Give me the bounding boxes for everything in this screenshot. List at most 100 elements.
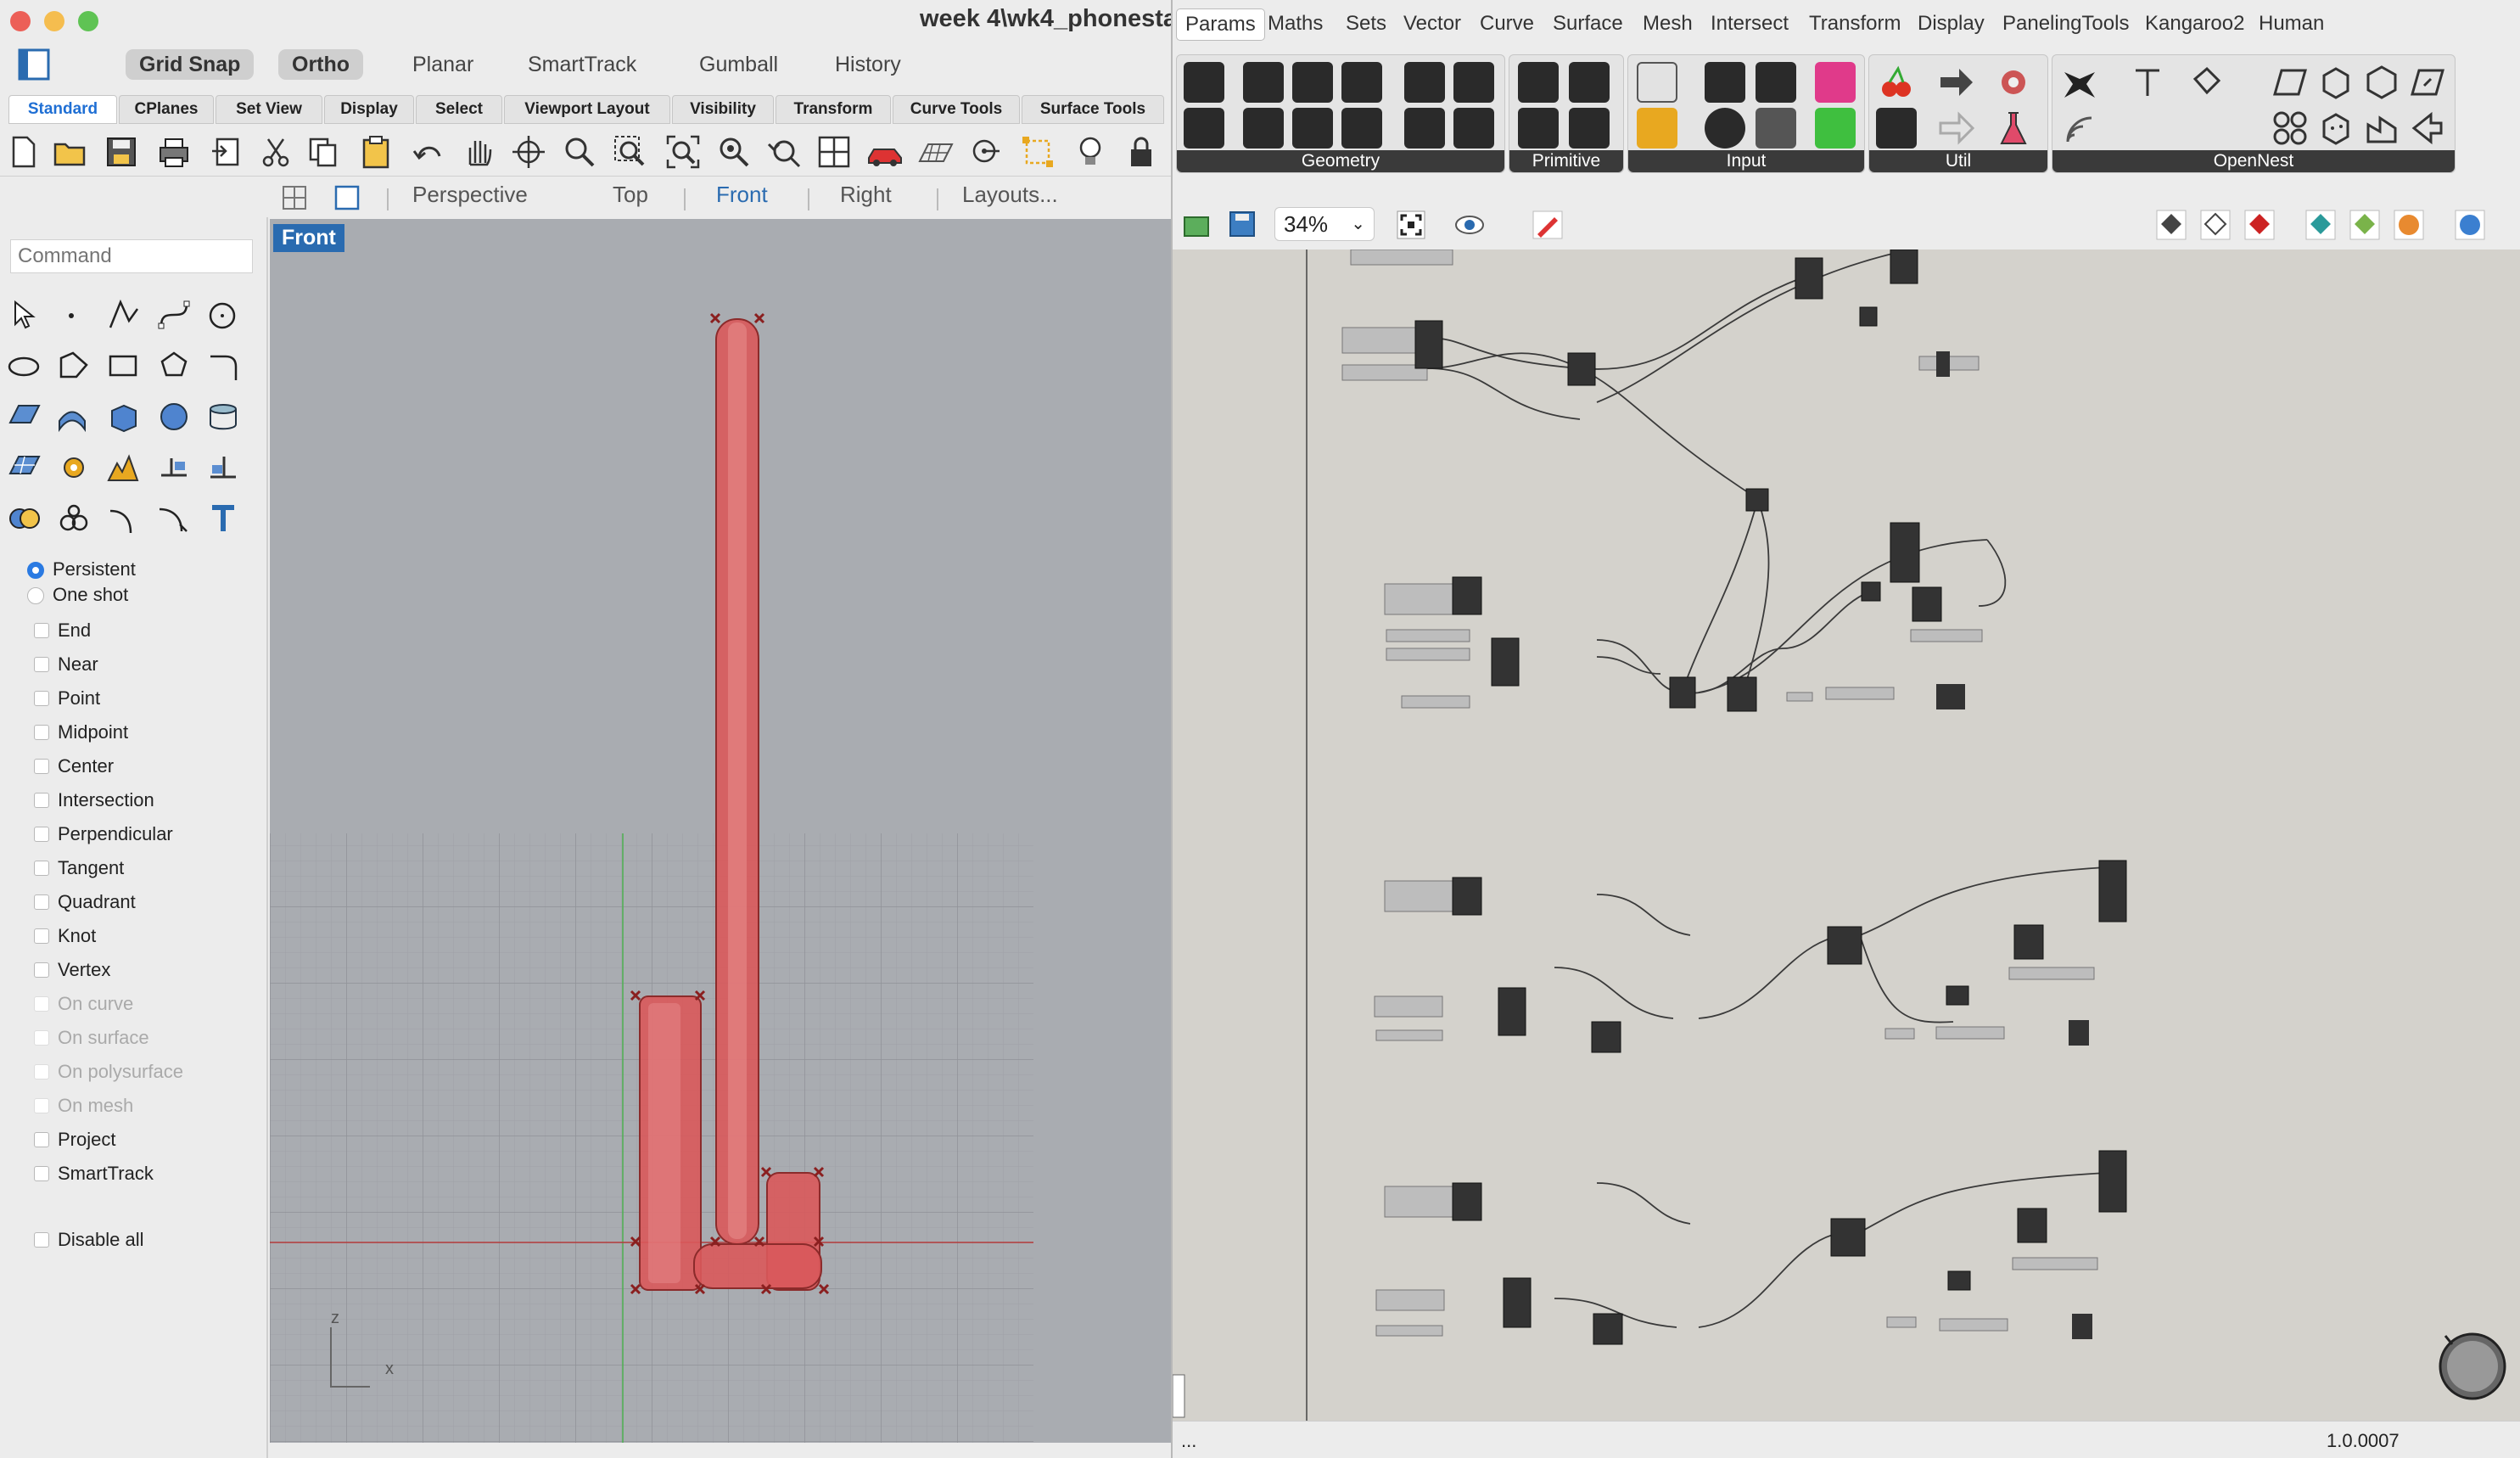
gh-tab-transform[interactable]: Transform: [1809, 12, 1901, 36]
arc-icon[interactable]: [54, 346, 93, 385]
import-icon[interactable]: [207, 132, 246, 171]
point-param-icon[interactable]: [1341, 108, 1382, 149]
flask-icon[interactable]: [1993, 108, 2034, 149]
osnap-center-checkbox[interactable]: [34, 759, 49, 774]
tab-set-view[interactable]: Set View: [216, 95, 322, 124]
polyline-icon[interactable]: [104, 295, 143, 334]
jump-arrow-icon[interactable]: [1935, 108, 1976, 149]
gh-timer-icon[interactable]: [2439, 1332, 2506, 1400]
curve-icon[interactable]: [154, 295, 193, 334]
plane-param-icon[interactable]: [1292, 108, 1333, 149]
tab-transform[interactable]: Transform: [776, 95, 891, 124]
geometry-param-icon[interactable]: [1184, 62, 1224, 103]
tab-display[interactable]: Display: [324, 95, 414, 124]
colour-swatch-icon[interactable]: [1815, 108, 1856, 149]
value-list-icon[interactable]: [1756, 108, 1796, 149]
tab-select[interactable]: Select: [416, 95, 502, 124]
persistent-radio[interactable]: [27, 562, 44, 579]
gumball-toggle[interactable]: Gumball: [686, 49, 792, 80]
toggle-param-icon[interactable]: [1705, 62, 1745, 103]
display-orange-icon[interactable]: [2393, 209, 2425, 241]
four-view-icon[interactable]: [815, 132, 854, 171]
graph-mapper-icon[interactable]: [1637, 108, 1677, 149]
vector-param-icon[interactable]: [1184, 108, 1224, 149]
osnap-perpendicular-checkbox[interactable]: [34, 827, 49, 842]
open-file-icon[interactable]: [51, 132, 90, 171]
ellipse-icon[interactable]: [5, 346, 44, 385]
close-window-button[interactable]: [10, 11, 31, 31]
cylinder-icon[interactable]: [204, 397, 243, 436]
line-param-icon[interactable]: [1243, 108, 1284, 149]
gh-tab-vector[interactable]: Vector: [1403, 12, 1461, 36]
gh-tab-curve[interactable]: Curve: [1480, 12, 1534, 36]
input-group-label[interactable]: Input: [1628, 150, 1864, 172]
polygon-icon[interactable]: [154, 346, 193, 385]
zoom-selected-icon[interactable]: [714, 132, 753, 171]
sketch-pen-icon[interactable]: [1531, 209, 1565, 241]
circle-icon[interactable]: [204, 295, 243, 334]
boolean-icon[interactable]: [5, 499, 44, 538]
view-tab-front[interactable]: Front: [716, 182, 768, 208]
viewport-label[interactable]: Front: [273, 224, 344, 252]
sphere-icon[interactable]: [154, 397, 193, 436]
tab-cplanes[interactable]: CPlanes: [119, 95, 214, 124]
surface-icon[interactable]: [5, 397, 44, 436]
preview-mode-off-icon[interactable]: [2155, 209, 2187, 241]
four-viewport-icon[interactable]: [282, 185, 307, 210]
project-checkbox[interactable]: [34, 1132, 49, 1147]
front-viewport[interactable]: Front z x: [270, 219, 1171, 1443]
osnap-vertex-checkbox[interactable]: [34, 962, 49, 978]
group-icon[interactable]: [54, 499, 93, 538]
one-shot-radio[interactable]: [27, 587, 44, 604]
planar-toggle[interactable]: Planar: [399, 49, 487, 80]
lightbulb-icon[interactable]: [1071, 132, 1110, 171]
circle-param-icon[interactable]: [1243, 62, 1284, 103]
tab-standard[interactable]: Standard: [8, 95, 117, 124]
osnap-intersection-checkbox[interactable]: [34, 793, 49, 808]
view-tab-layouts[interactable]: Layouts...: [962, 182, 1058, 208]
brep-param-icon[interactable]: [1404, 62, 1445, 103]
print-icon[interactable]: [154, 132, 193, 171]
cluster-icon[interactable]: [1993, 62, 2034, 103]
new-file-icon[interactable]: [3, 132, 42, 171]
explode-icon[interactable]: [104, 448, 143, 487]
open-document-icon[interactable]: [1181, 209, 1212, 239]
curve-param-icon[interactable]: [1292, 62, 1333, 103]
car-render-icon[interactable]: [865, 132, 904, 171]
command-input[interactable]: [10, 239, 253, 273]
opennest-grid-icon[interactable]: [2270, 108, 2310, 149]
view-tab-right[interactable]: Right: [840, 182, 892, 208]
tab-visibility[interactable]: Visibility: [672, 95, 774, 124]
opennest-text-icon[interactable]: [2127, 62, 2168, 103]
preview-wireframe-icon[interactable]: [2199, 209, 2232, 241]
dimension-icon[interactable]: [104, 499, 143, 538]
gh-tab-kangaroo2[interactable]: Kangaroo2: [2145, 12, 2244, 36]
grid-snap-toggle[interactable]: Grid Snap: [126, 49, 255, 80]
rectangle-icon[interactable]: [104, 346, 143, 385]
osnap-midpoint-checkbox[interactable]: [34, 725, 49, 740]
opennest-arrow-icon[interactable]: [2407, 108, 2448, 149]
osnap-knot-checkbox[interactable]: [34, 928, 49, 944]
rotate-view-icon[interactable]: [509, 132, 548, 171]
osnap-icon[interactable]: [967, 132, 1006, 171]
maximize-window-button[interactable]: [78, 11, 98, 31]
cherry-picker-icon[interactable]: [1876, 62, 1917, 103]
gradient-param-icon[interactable]: [1815, 62, 1856, 103]
geometry-group-label[interactable]: Geometry: [1177, 150, 1504, 172]
import-param-icon[interactable]: [1637, 62, 1677, 103]
point-icon[interactable]: [54, 295, 93, 334]
gear-icon[interactable]: [54, 448, 93, 487]
grid-plane-icon[interactable]: [916, 132, 955, 171]
util-group-label[interactable]: Util: [1869, 150, 2047, 172]
zoom-extents-canvas-icon[interactable]: [1395, 209, 1427, 241]
osnap-point-checkbox[interactable]: [34, 691, 49, 706]
control-knob-icon[interactable]: [1705, 108, 1745, 149]
gh-canvas[interactable]: [1173, 250, 2520, 1421]
smarttrack-toggle[interactable]: SmartTrack: [514, 49, 650, 80]
box-param-icon[interactable]: [1404, 108, 1445, 149]
opennest-group-label[interactable]: OpenNest: [2052, 150, 2455, 172]
pan-hand-icon[interactable]: [458, 132, 497, 171]
transform-icon[interactable]: [154, 448, 193, 487]
fillet-icon[interactable]: [204, 346, 243, 385]
ortho-toggle[interactable]: Ortho: [278, 49, 364, 80]
